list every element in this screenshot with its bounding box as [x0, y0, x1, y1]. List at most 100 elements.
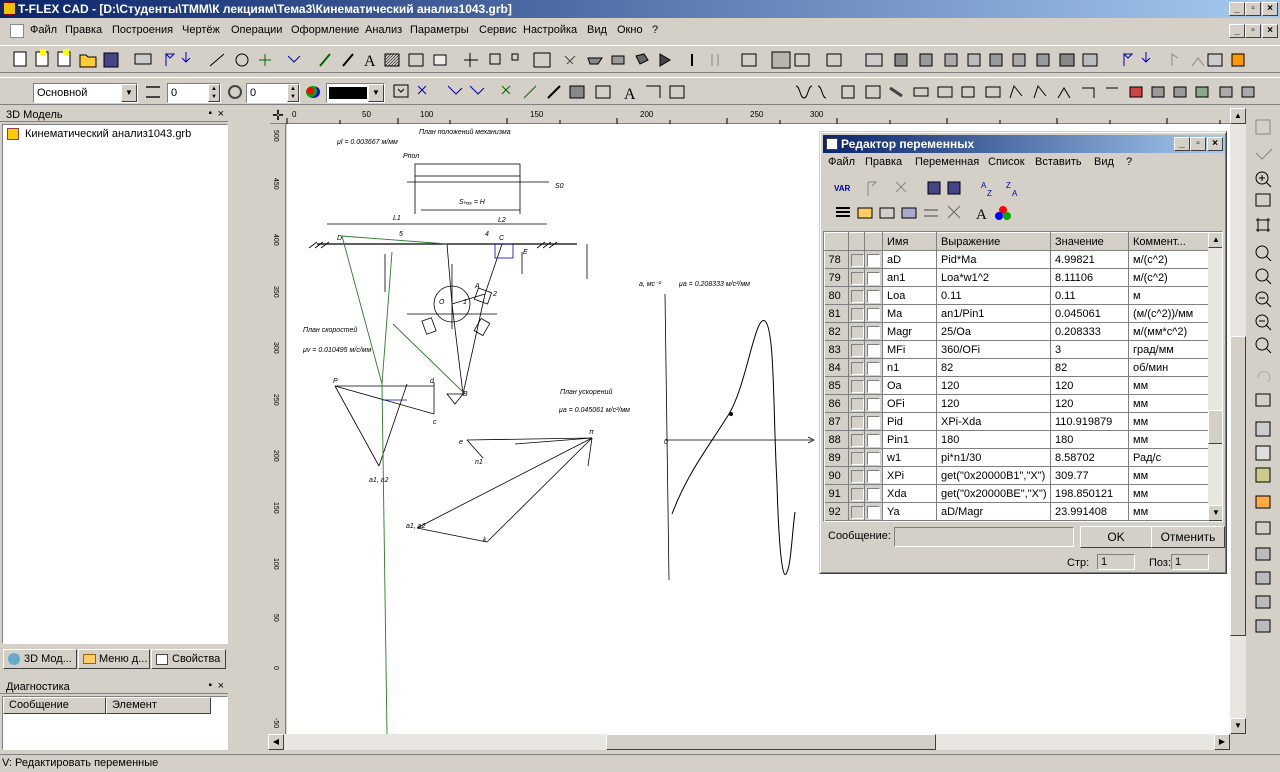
horizontal-scrollbar[interactable]: ◀ ▶: [268, 734, 1230, 750]
variable-name[interactable]: aD: [882, 250, 937, 269]
spin-icon[interactable]: ▲ ▼: [208, 84, 220, 102]
properties-toolbar-icons[interactable]: A: [390, 78, 1280, 106]
table-row[interactable]: 79 an1 Loa*w1^2 8.11106 м/(с^2): [824, 268, 1209, 287]
priority-field[interactable]: 0 ▲ ▼: [246, 83, 300, 103]
table-row[interactable]: 87 Pid XPi-Xda 110.919879 мм: [824, 412, 1209, 431]
vertical-scroll-thumb[interactable]: [1230, 336, 1246, 636]
row-flag-cell[interactable]: [848, 394, 865, 413]
row-flag-cell[interactable]: [848, 376, 865, 395]
line-width-field[interactable]: 0 ▲ ▼: [167, 83, 221, 103]
variable-expression[interactable]: Pid*Ma: [936, 250, 1051, 269]
scroll-up-icon[interactable]: ▲: [1230, 108, 1246, 124]
message-field[interactable]: [894, 527, 1074, 547]
row-flag-cell[interactable]: [848, 268, 865, 287]
variable-name[interactable]: OFi: [882, 394, 937, 413]
row-check-cell[interactable]: [864, 394, 883, 413]
dialog-menu-variable[interactable]: Переменная: [915, 156, 979, 168]
row-flag-checkbox[interactable]: [851, 434, 864, 447]
dialog-menu-file[interactable]: Файл: [828, 156, 855, 168]
variable-comment[interactable]: мм: [1128, 394, 1209, 413]
variable-name[interactable]: Ma: [882, 304, 937, 323]
row-flag-checkbox[interactable]: [851, 290, 864, 303]
scroll-down-icon[interactable]: ▼: [1208, 505, 1222, 521]
row-checkbox[interactable]: [867, 326, 880, 339]
dialog-menu-edit[interactable]: Правка: [865, 156, 902, 168]
table-row[interactable]: 82 Magr 25/Oa 0.208333 м/(мм*с^2): [824, 322, 1209, 341]
variable-comment[interactable]: Рад/с: [1128, 448, 1209, 467]
row-check-cell[interactable]: [864, 376, 883, 395]
variable-expression[interactable]: get("0x20000BE","X"): [936, 484, 1051, 503]
column-header[interactable]: Сообщение: [3, 697, 106, 714]
row-checkbox[interactable]: [867, 380, 880, 393]
row-flag-checkbox[interactable]: [851, 344, 864, 357]
variable-expression[interactable]: 25/Oa: [936, 322, 1051, 341]
row-flag-checkbox[interactable]: [851, 362, 864, 375]
row-checkbox[interactable]: [867, 506, 880, 519]
variable-comment[interactable]: об/мин: [1128, 358, 1209, 377]
variable-comment[interactable]: мм: [1128, 484, 1209, 503]
table-row[interactable]: 90 XPi get("0x20000B1","X") 309.77 мм: [824, 466, 1209, 485]
variable-name[interactable]: Magr: [882, 322, 937, 341]
menu-operations[interactable]: Операции: [231, 24, 282, 36]
variable-comment[interactable]: мм: [1128, 412, 1209, 431]
tree-item[interactable]: Кинематический анализ1043.grb: [5, 126, 191, 142]
row-flag-checkbox[interactable]: [851, 452, 864, 465]
row-checkbox[interactable]: [867, 308, 880, 321]
row-checkbox[interactable]: [867, 362, 880, 375]
menu-formatting[interactable]: Оформление: [291, 24, 359, 36]
variable-name[interactable]: Xda: [882, 484, 937, 503]
row-flag-cell[interactable]: [848, 412, 865, 431]
column-header[interactable]: Элемент: [106, 697, 211, 714]
dialog-title-bar[interactable]: Редактор переменных _ ▫ ×: [823, 135, 1225, 153]
row-flag-cell[interactable]: [848, 502, 865, 521]
column-header-comment[interactable]: Коммент...: [1128, 232, 1209, 251]
table-row[interactable]: 78 aD Pid*Ma 4.99821 м/(с^2): [824, 250, 1209, 269]
row-flag-cell[interactable]: [848, 358, 865, 377]
row-flag-cell[interactable]: [848, 430, 865, 449]
row-check-cell[interactable]: [864, 412, 883, 431]
scroll-right-icon[interactable]: ▶: [1214, 734, 1230, 750]
variable-comment[interactable]: град/мм: [1128, 340, 1209, 359]
close-icon[interactable]: ×: [218, 679, 224, 693]
variable-comment[interactable]: м/(с^2): [1128, 268, 1209, 287]
row-flag-checkbox[interactable]: [851, 506, 864, 519]
scroll-up-icon[interactable]: ▲: [1208, 232, 1222, 248]
row-checkbox[interactable]: [867, 344, 880, 357]
row-check-cell[interactable]: [864, 430, 883, 449]
variable-expression[interactable]: Loa*w1^2: [936, 268, 1051, 287]
cancel-button[interactable]: Отменить: [1151, 526, 1225, 548]
variable-expression[interactable]: 360/OFi: [936, 340, 1051, 359]
variable-expression[interactable]: 180: [936, 430, 1051, 449]
table-row[interactable]: 91 Xda get("0x20000BE","X") 198.850121 мм: [824, 484, 1209, 503]
close-icon[interactable]: ×: [218, 107, 224, 121]
row-check-cell[interactable]: [864, 448, 883, 467]
menu-settings[interactable]: Настройка: [523, 24, 577, 36]
variable-name[interactable]: w1: [882, 448, 937, 467]
row-flag-checkbox[interactable]: [851, 308, 864, 321]
variable-name[interactable]: Oa: [882, 376, 937, 395]
variable-expression[interactable]: pi*n1/30: [936, 448, 1051, 467]
color-select[interactable]: ▼: [326, 83, 385, 103]
table-scroll-thumb[interactable]: [1208, 410, 1222, 444]
close-icon[interactable]: ×: [1262, 2, 1278, 16]
row-checkbox[interactable]: [867, 272, 880, 285]
row-flag-cell[interactable]: [848, 340, 865, 359]
variable-comment[interactable]: мм: [1128, 430, 1209, 449]
row-check-cell[interactable]: [864, 322, 883, 341]
row-check-cell[interactable]: [864, 340, 883, 359]
row-flag-checkbox[interactable]: [851, 254, 864, 267]
chevron-down-icon[interactable]: ▼: [368, 84, 384, 102]
variable-comment[interactable]: (м/(с^2))/мм: [1128, 304, 1209, 323]
menu-parameters[interactable]: Параметры: [410, 24, 469, 36]
scroll-down-icon[interactable]: ▼: [1230, 718, 1246, 734]
row-checkbox[interactable]: [867, 452, 880, 465]
tab-properties[interactable]: Свойства: [151, 649, 226, 669]
maximize-icon[interactable]: ▫: [1190, 137, 1206, 151]
row-flag-cell[interactable]: [848, 304, 865, 323]
menu-view[interactable]: Вид: [587, 24, 607, 36]
row-check-cell[interactable]: [864, 268, 883, 287]
table-row[interactable]: 86 OFi 120 120 мм: [824, 394, 1209, 413]
row-checkbox[interactable]: [867, 290, 880, 303]
variable-name[interactable]: an1: [882, 268, 937, 287]
table-row[interactable]: 88 Pin1 180 180 мм: [824, 430, 1209, 449]
